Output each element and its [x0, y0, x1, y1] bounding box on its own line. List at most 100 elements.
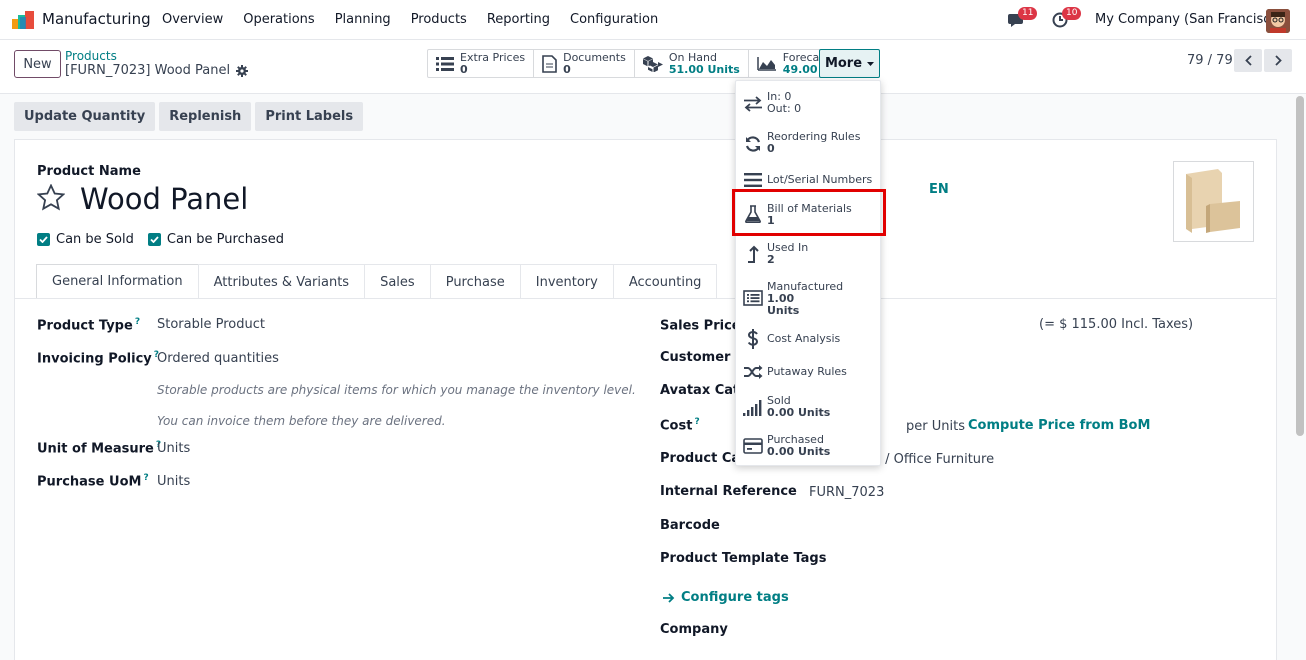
- more-label: More: [824, 56, 863, 71]
- extra-prices-value: 0: [460, 62, 468, 76]
- used-in-button[interactable]: Used In 2: [736, 239, 882, 269]
- pager-value[interactable]: 79 / 79: [1187, 53, 1233, 68]
- internal-reference-field[interactable]: FURN_7023: [809, 485, 884, 500]
- company-switcher[interactable]: My Company (San Francisco): [1095, 12, 1283, 27]
- extra-prices-button[interactable]: Extra Prices 0: [428, 50, 535, 77]
- cost-analysis-button[interactable]: Cost Analysis: [736, 327, 882, 351]
- app-name[interactable]: Manufacturing: [42, 10, 151, 28]
- star-icon[interactable]: [37, 184, 65, 211]
- can-be-sold-label: Can be Sold: [56, 232, 134, 247]
- product-template-tags-label: Product Template Tags: [660, 551, 827, 566]
- lot-serial-numbers-button[interactable]: Lot/Serial Numbers: [736, 169, 882, 191]
- menu-operations[interactable]: Operations: [243, 12, 314, 27]
- reordering-rules-value: 0: [767, 142, 775, 155]
- breadcrumb-products[interactable]: Products: [65, 49, 117, 63]
- menu-planning[interactable]: Planning: [335, 12, 391, 27]
- shuffle-icon: [742, 361, 764, 383]
- new-button[interactable]: New: [14, 50, 61, 78]
- compute-price-from-bom-button[interactable]: Compute Price from BoM: [968, 418, 1150, 433]
- bill-of-materials-highlight: [732, 189, 886, 236]
- documents-button[interactable]: Documents 0: [534, 50, 635, 77]
- product-type-help: Storable products are physical items for…: [157, 383, 636, 397]
- can-be-sold-checkbox[interactable]: Can be Sold: [37, 232, 134, 247]
- record-title: [FURN_7023] Wood Panel: [65, 63, 249, 78]
- list-alt-icon: [742, 287, 764, 309]
- menu-configuration[interactable]: Configuration: [570, 12, 658, 27]
- menu-overview[interactable]: Overview: [162, 12, 223, 27]
- extra-prices-label: Extra Prices: [460, 50, 526, 64]
- activity-clock-icon[interactable]: 10: [1052, 7, 1082, 32]
- caret-down-icon: [867, 61, 875, 66]
- top-navbar: Manufacturing Overview Operations Planni…: [0, 0, 1306, 40]
- list-icon: [436, 56, 454, 71]
- page-scrollbar[interactable]: [1296, 96, 1304, 436]
- invoicing-help: You can invoice them before they are del…: [157, 414, 446, 428]
- documents-value: 0: [563, 62, 571, 76]
- menu-products[interactable]: Products: [411, 12, 467, 27]
- sold-button[interactable]: Sold 0.00 Units: [736, 393, 882, 423]
- manufactured-button[interactable]: Manufactured 1.00 Units: [736, 279, 882, 319]
- sold-value: 0.00 Units: [767, 406, 831, 419]
- company-label: Company: [660, 622, 728, 637]
- pager-previous-button[interactable]: [1234, 49, 1262, 72]
- more-button[interactable]: More: [819, 49, 880, 78]
- used-in-value: 2: [767, 253, 775, 266]
- tab-general-information[interactable]: General Information: [36, 264, 199, 299]
- unit-of-measure-field[interactable]: Units: [157, 441, 190, 456]
- user-avatar[interactable]: [1266, 9, 1290, 33]
- tab-accounting[interactable]: Accounting: [612, 264, 718, 299]
- product-category-field[interactable]: e / Office Furniture: [873, 452, 994, 467]
- out-count: Out: 0: [767, 102, 802, 115]
- language-button[interactable]: EN: [929, 182, 949, 197]
- on-hand-button[interactable]: On Hand 51.00 Units: [635, 50, 749, 77]
- tab-sales[interactable]: Sales: [364, 264, 431, 299]
- product-type-field[interactable]: Storable Product: [157, 317, 265, 332]
- invoicing-policy-field[interactable]: Ordered quantities: [157, 351, 279, 366]
- tab-inventory[interactable]: Inventory: [519, 264, 614, 299]
- tab-attributes-variants[interactable]: Attributes & Variants: [197, 264, 366, 299]
- menu-reporting[interactable]: Reporting: [487, 12, 550, 27]
- print-labels-button[interactable]: Print Labels: [255, 102, 364, 131]
- pager-next-button[interactable]: [1264, 49, 1292, 72]
- gear-icon[interactable]: [236, 64, 249, 77]
- tab-purchase[interactable]: Purchase: [429, 264, 521, 299]
- reordering-rules-button[interactable]: Reordering Rules 0: [736, 129, 882, 159]
- product-image[interactable]: [1173, 161, 1254, 242]
- control-panel: New Products [FURN_7023] Wood Panel Extr…: [0, 40, 1306, 94]
- cubes-icon: [642, 55, 663, 72]
- purchased-button[interactable]: Purchased 0.00 Units: [736, 431, 882, 461]
- putaway-rules-button[interactable]: Putaway Rules: [736, 361, 882, 383]
- replenish-button[interactable]: Replenish: [159, 102, 252, 131]
- manufactured-unit: Units: [767, 304, 800, 317]
- in-out-button[interactable]: In: 0 Out: 0: [736, 89, 882, 119]
- activity-badge: 10: [1062, 7, 1082, 20]
- cost-analysis-label: Cost Analysis: [767, 332, 841, 345]
- purchased-value: 0.00 Units: [767, 445, 831, 458]
- cost-label: Cost?: [660, 417, 700, 434]
- dollar-icon: [742, 328, 764, 350]
- purchase-uom-field[interactable]: Units: [157, 474, 190, 489]
- record-name: [FURN_7023] Wood Panel: [65, 63, 231, 78]
- exchange-arrows-icon: [742, 93, 764, 115]
- configure-tags-link[interactable]: Configure tags: [663, 590, 789, 605]
- chat-badge: 11: [1018, 7, 1038, 20]
- form-sheet: Product Name Wood Panel Can be Sold Can …: [14, 139, 1277, 660]
- chat-icon[interactable]: 11: [1008, 7, 1038, 32]
- main-menu: Overview Operations Planning Products Re…: [162, 12, 678, 27]
- can-be-purchased-checkbox[interactable]: Can be Purchased: [147, 232, 284, 247]
- product-name-field[interactable]: Wood Panel: [80, 182, 248, 216]
- internal-reference-label: Internal Reference: [660, 484, 797, 499]
- check-icon: [147, 233, 161, 246]
- manufacturing-app-icon[interactable]: [12, 11, 34, 29]
- product-flags: Can be Sold Can be Purchased: [37, 232, 284, 247]
- incl-taxes-value: (= $ 115.00 Incl. Taxes): [1039, 317, 1194, 332]
- update-quantity-button[interactable]: Update Quantity: [14, 102, 156, 131]
- product-type-label: Product Type?: [37, 317, 141, 334]
- signal-bars-icon: [742, 397, 764, 419]
- reordering-rules-label: Reordering Rules: [767, 130, 861, 143]
- tab-divider: [15, 298, 1276, 299]
- more-dropdown-menu: In: 0 Out: 0 Reordering Rules 0 Lot/Serial…: [735, 80, 881, 466]
- arrow-right-icon: [663, 592, 675, 603]
- unit-of-measure-label: Unit of Measure?: [37, 440, 162, 457]
- chevron-right-icon: [1274, 55, 1282, 66]
